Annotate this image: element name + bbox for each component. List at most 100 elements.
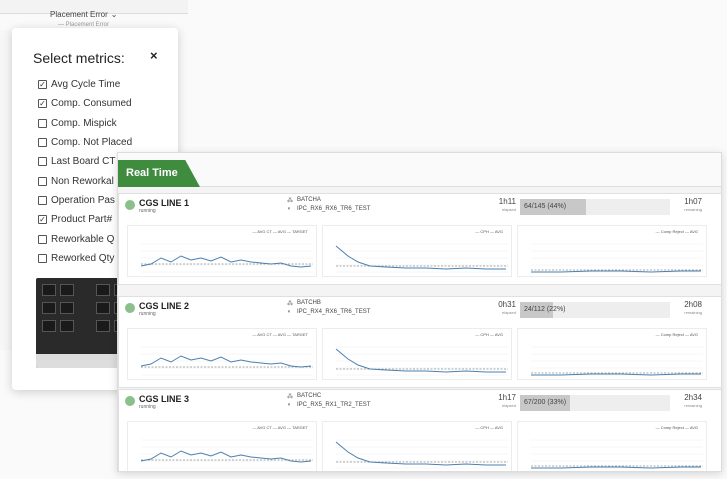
placement-error-dropdown[interactable]: Placement Error ⌄ [50,10,118,19]
series-line [335,441,506,466]
real-time-panel: Real Time CGS LINE 1 running ⁂ BATCHA ◖ IPC_R… [117,152,722,472]
background-side-strip [0,30,12,350]
line-name: CGS LINE 1 [139,198,190,208]
progress-text: 67/200 (33%) [524,399,567,406]
chart-legend: — CPH — AVG [475,332,503,337]
line-status: running [139,208,156,214]
progress-bar: 24/112 (22%) [520,302,670,318]
series-line [140,450,312,463]
recipe-icon: ◖ [287,206,291,212]
chart-legend: — AVG CT — AVG — TARGET [252,229,308,234]
metric-option[interactable]: Reworkable Q [38,234,114,245]
series-line [140,355,312,368]
series-line [335,245,506,270]
real-time-header: Real Time [118,153,721,187]
mini-chart-cycle: — AVG CT — AVG — TARGET [127,421,317,471]
chart-legend: — Comp Reject — AVG [655,425,698,430]
progress-text: 24/112 (22%) [524,306,566,313]
metric-option[interactable]: ✓ Comp. Consumed [38,98,132,109]
metric-option[interactable]: ✓ Avg Cycle Time [38,79,120,90]
status-indicator [125,303,135,313]
metric-label: Comp. Consumed [51,98,132,109]
progress-text: 64/145 (44%) [524,203,567,210]
mini-chart-reject: — Comp Reject — AVG [517,225,707,277]
metric-label: Non Reworkal [51,176,114,187]
batch-name: BATCHA [297,197,321,203]
chart-plot [531,346,703,376]
metric-option[interactable]: Reworked Qty [38,253,114,264]
metric-label: Last Board CT [51,156,116,167]
metric-label: Comp. Not Placed [51,137,133,148]
line-card[interactable]: CGS LINE 2 running ⁂ BATCHB ◖ IPC_RX4_RX6_TR6… [118,296,721,388]
elapsed-time: 1h17 [498,393,516,402]
mini-chart-cycle: — AVG CT — AVG — TARGET [127,225,317,277]
metric-label: Operation Pas [51,195,115,206]
line-card[interactable]: CGS LINE 3 running ⁂ BATCHC ◖ IPC_RX5_RX1_TR2… [118,389,721,471]
status-indicator [125,200,135,210]
remaining-label: remaining [684,310,702,315]
line-name: CGS LINE 2 [139,301,190,311]
chart-legend: — Comp Reject — AVG [655,332,698,337]
chart-legend: — CPH — AVG [475,229,503,234]
checkbox[interactable]: ✓ [38,215,47,224]
metric-option[interactable]: Comp. Mispick [38,118,117,129]
line-name: CGS LINE 3 [139,394,190,404]
metric-label: Reworkable Q [51,234,115,245]
metric-option[interactable]: Non Reworkal [38,176,114,187]
batch-icon: ⁂ [287,198,293,204]
progress-bar: 67/200 (33%) [520,395,670,411]
mini-chart-cph: — CPH — AVG [322,328,512,380]
line-card[interactable]: CGS LINE 1 running ⁂ BATCHA ◖ IPC_RX6_RX6_TR6… [118,193,721,285]
chart-plot [335,243,508,273]
metric-option[interactable]: Operation Pas [38,195,115,206]
metric-option[interactable]: Last Board CT [38,156,115,167]
metric-label: Product Part# [51,214,113,225]
chart-plot [531,439,703,469]
elapsed-label: elapsed [501,207,516,212]
checkbox[interactable]: ✓ [38,99,47,108]
close-icon[interactable]: × [150,48,158,63]
checkbox[interactable] [38,196,47,205]
recipe-name: IPC_RX4_RX6_TR6_TEST [297,309,371,315]
dialog-title: Select metrics: [33,50,125,66]
elapsed-label: elapsed [501,403,516,408]
recipe-name: IPC_RX6_RX6_TR6_TEST [297,206,371,212]
checkbox[interactable] [38,254,47,263]
progress-bar: 64/145 (44%) [520,199,670,215]
checkbox[interactable] [38,119,47,128]
checkbox[interactable] [38,177,47,186]
chart-plot [531,243,703,273]
remaining-label: remaining [684,207,702,212]
recipe-name: IPC_RX5_RX1_TR2_TEST [297,402,371,408]
series-line [140,255,312,268]
metric-label: Avg Cycle Time [51,79,121,90]
elapsed-time: 0h31 [498,300,516,309]
batch-icon: ⁂ [287,301,293,307]
recipe-icon: ◖ [287,402,291,408]
metric-option[interactable]: Comp. Not Placed [38,137,132,148]
metric-label: Reworked Qty [51,253,115,264]
batch-icon: ⁂ [287,394,293,400]
remaining-time: 2h08 [684,300,702,309]
mini-chart-reject: — Comp Reject — AVG [517,421,707,471]
checkbox[interactable]: ✓ [38,80,47,89]
recipe-icon: ◖ [287,309,291,315]
line-status: running [139,311,156,317]
tab-real-time[interactable]: Real Time [118,160,200,187]
chart-legend: — CPH — AVG [475,425,503,430]
metric-option[interactable]: ✓ Product Part# [38,214,112,225]
checkbox[interactable] [38,157,47,166]
mini-chart-cph: — CPH — AVG [322,421,512,471]
series-line [335,348,506,373]
mini-chart-cycle: — AVG CT — AVG — TARGET [127,328,317,380]
chart-plot [140,346,313,376]
chart-plot [140,243,313,273]
placement-error-label: Placement Error [50,10,108,19]
checkbox[interactable] [38,235,47,244]
chevron-down-icon: ⌄ [110,10,118,19]
remaining-time: 1h07 [684,197,702,206]
checkbox[interactable] [38,138,47,147]
screen: Placement Error ⌄ — Placement Error Sele… [0,0,727,479]
chart-plot [140,439,313,469]
elapsed-time: 1h11 [498,197,516,206]
